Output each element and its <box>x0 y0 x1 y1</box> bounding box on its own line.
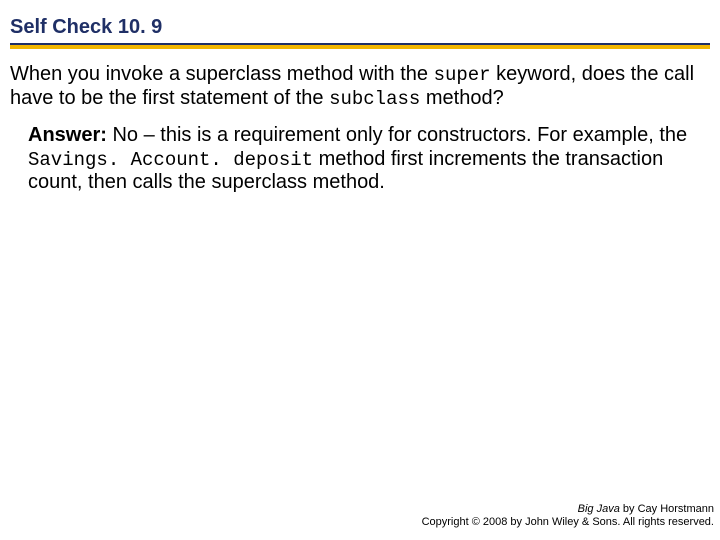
answer-block: Answer: No – this is a requirement only … <box>0 110 720 195</box>
heading-area: Self Check 10. 9 <box>0 0 720 49</box>
answer-label: Answer: <box>28 124 107 146</box>
slide-title: Self Check 10. 9 <box>10 16 710 43</box>
footer-line-1: Big Java by Cay Horstmann <box>422 503 714 517</box>
answer-text-1: No – this is a requirement only for cons… <box>107 124 687 146</box>
question-text-3: method? <box>420 87 503 109</box>
question-block: When you invoke a superclass method with… <box>0 49 720 110</box>
footer: Big Java by Cay Horstmann Copyright © 20… <box>422 503 714 531</box>
code-subclass: subclass <box>329 88 420 110</box>
book-author: by Cay Horstmann <box>620 503 714 515</box>
code-savings-deposit: Savings. Account. deposit <box>28 149 313 171</box>
book-title: Big Java <box>578 503 620 515</box>
question-text-1: When you invoke a superclass method with… <box>10 63 434 85</box>
code-super: super <box>434 64 491 86</box>
slide: { "heading": "Self Check 10. 9", "questi… <box>0 0 720 540</box>
footer-line-2: Copyright © 2008 by John Wiley & Sons. A… <box>422 516 714 530</box>
